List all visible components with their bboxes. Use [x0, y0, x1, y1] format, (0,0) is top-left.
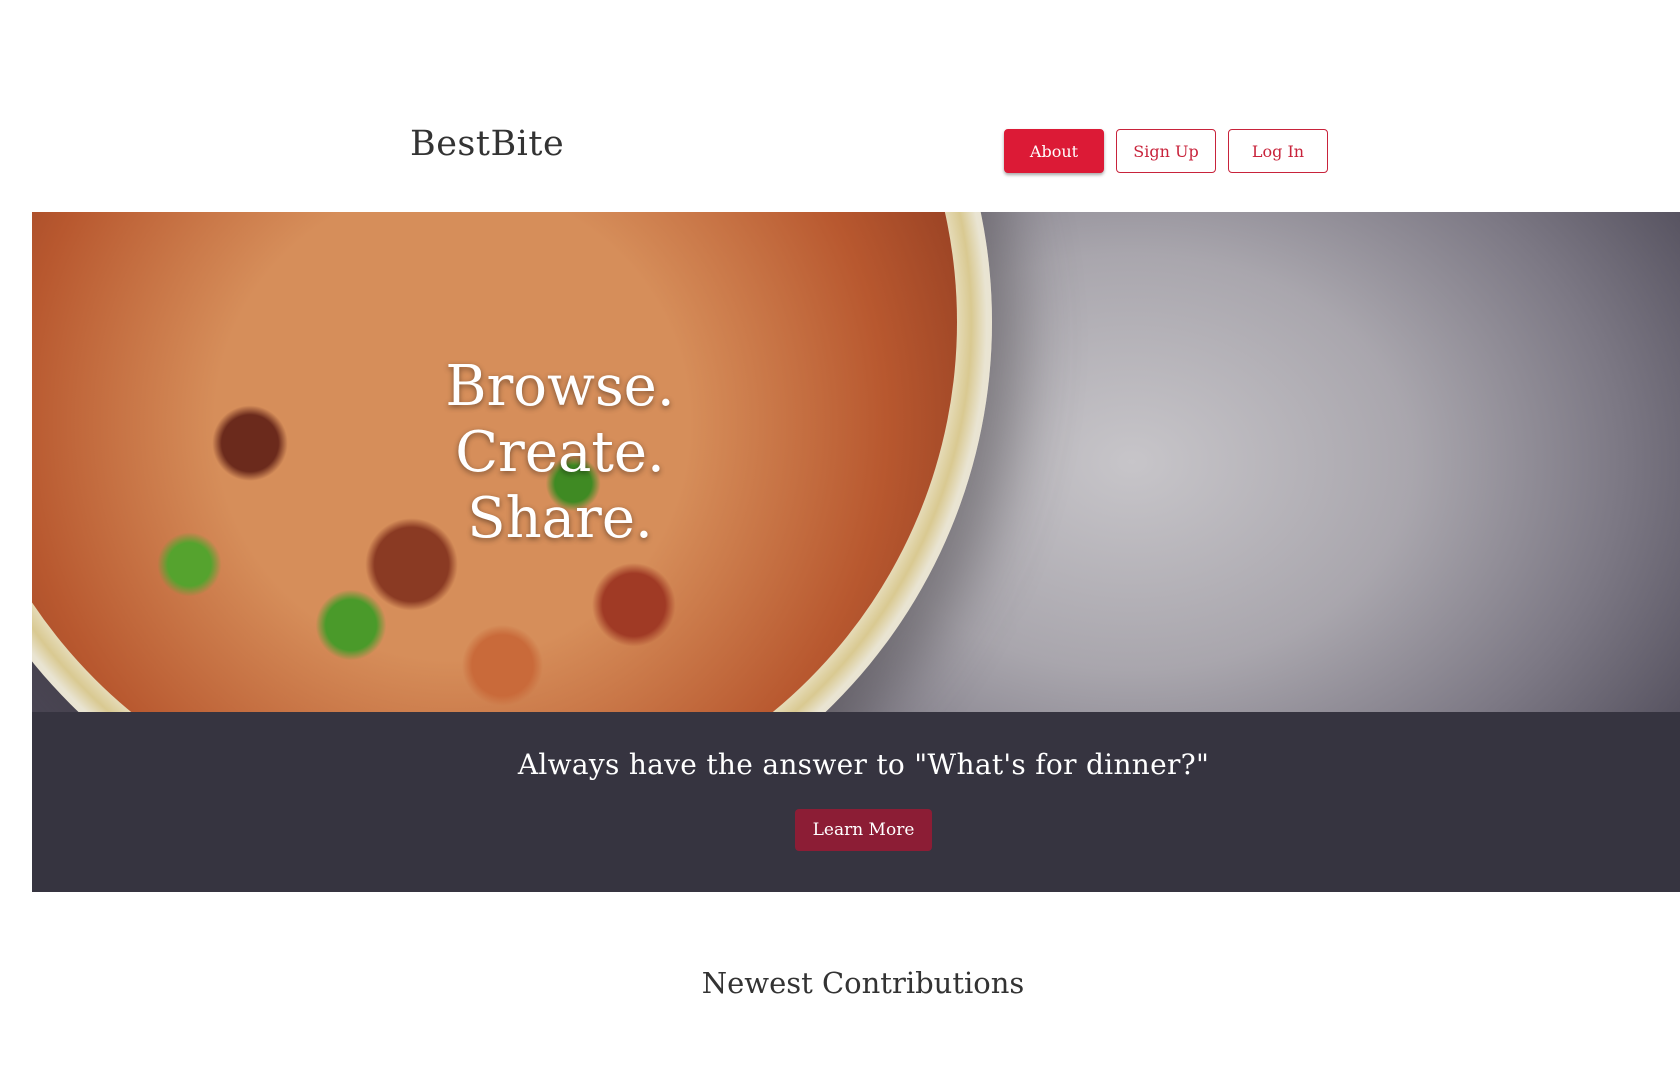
page: BestBite About Sign Up Log In Browse. Cr…: [0, 0, 1680, 1073]
tagline-banner: Always have the answer to "What's for di…: [32, 712, 1680, 892]
site-logo[interactable]: BestBite: [410, 124, 564, 164]
hero-banner: Browse. Create. Share.: [32, 212, 1680, 712]
hero-line-create: Create.: [455, 420, 665, 485]
newest-contributions-heading: Newest Contributions: [701, 966, 1025, 1000]
log-in-button[interactable]: Log In: [1228, 129, 1328, 173]
hero-line-browse: Browse.: [445, 354, 675, 419]
main-nav: About Sign Up Log In: [1004, 129, 1328, 173]
sign-up-button[interactable]: Sign Up: [1116, 129, 1216, 173]
about-button[interactable]: About: [1004, 129, 1104, 173]
hero-line-share: Share.: [467, 486, 653, 551]
site-header: BestBite About Sign Up Log In: [0, 0, 1680, 212]
learn-more-button[interactable]: Learn More: [795, 809, 932, 851]
tagline-text: Always have the answer to "What's for di…: [517, 748, 1210, 781]
hero-heading: Browse. Create. Share.: [390, 354, 730, 552]
